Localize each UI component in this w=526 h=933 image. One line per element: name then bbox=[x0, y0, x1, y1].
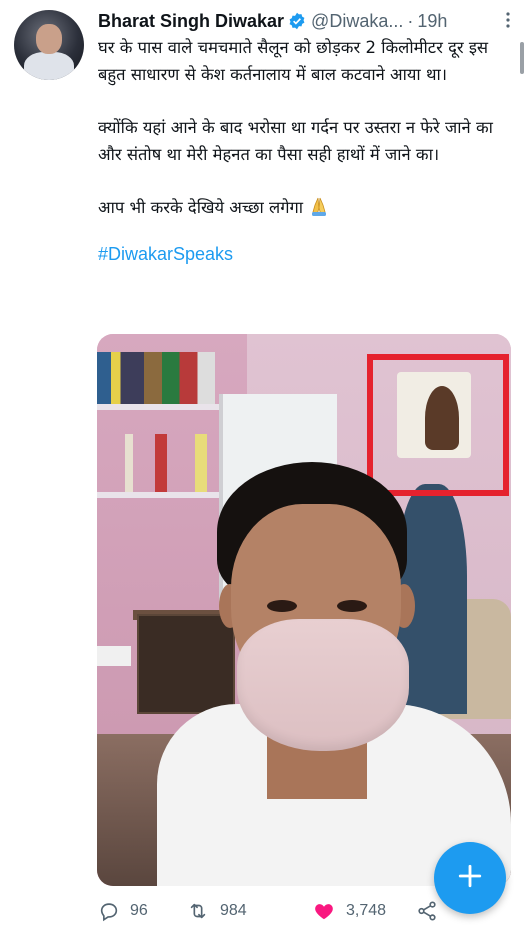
header-separator: · bbox=[407, 10, 414, 31]
author-name[interactable]: Bharat Singh Diwakar bbox=[98, 11, 284, 32]
photo-shelf-products bbox=[97, 352, 215, 404]
tweet-paragraph-2: क्योंकि यहां आने के बाद भरोसा था गर्दन प… bbox=[98, 118, 493, 164]
like-count: 3,748 bbox=[346, 902, 387, 919]
share-button[interactable] bbox=[416, 896, 448, 926]
photo-shelf-bottom bbox=[97, 492, 222, 498]
photo-cabinet bbox=[137, 614, 235, 714]
author-avatar[interactable] bbox=[14, 10, 84, 80]
avatar-figure-face bbox=[36, 24, 62, 54]
tweet-header: Bharat Singh Diwakar @Diwaka... · 19h bbox=[98, 8, 518, 34]
reply-count: 96 bbox=[130, 902, 148, 919]
retweet-button[interactable]: 984 bbox=[186, 896, 247, 926]
tweet-timestamp[interactable]: 19h bbox=[417, 11, 447, 32]
hashtag-link[interactable]: #DiwakarSpeaks bbox=[98, 241, 516, 268]
tweet-action-bar: 96 984 3,748 bbox=[98, 896, 518, 926]
photo-highlight-box bbox=[367, 354, 509, 496]
reply-button[interactable]: 96 bbox=[98, 896, 148, 926]
folded-hands-emoji-icon bbox=[308, 195, 330, 217]
photo-subject-eye-left bbox=[267, 600, 297, 612]
reply-icon bbox=[100, 903, 118, 922]
photo-subject-face-mask bbox=[237, 619, 409, 751]
author-handle[interactable]: @Diwaka... bbox=[311, 11, 403, 32]
tweet-photo[interactable] bbox=[97, 334, 511, 886]
retweet-icon bbox=[190, 903, 206, 919]
tweet-paragraph-3: आप भी करके देखिये अच्छा लगेगा bbox=[98, 198, 304, 217]
more-options-icon[interactable] bbox=[500, 10, 516, 30]
scrollbar-thumb[interactable] bbox=[520, 42, 524, 74]
tweet-paragraph-3-wrapper: आप भी करके देखिये अच्छा लगेगा bbox=[98, 194, 516, 221]
avatar-figure-body bbox=[24, 52, 74, 80]
share-icon bbox=[418, 901, 436, 921]
photo-power-socket bbox=[97, 646, 131, 666]
verified-badge-icon bbox=[288, 12, 306, 30]
tweet-text: घर के पास वाले चमचमाते सैलून को छोड़कर 2… bbox=[98, 34, 516, 294]
photo-shelf-bottles bbox=[115, 434, 215, 492]
photo-shelf-top bbox=[97, 404, 222, 410]
heart-icon bbox=[315, 904, 333, 920]
plus-icon bbox=[457, 863, 483, 894]
retweet-count: 984 bbox=[220, 902, 247, 919]
like-button[interactable]: 3,748 bbox=[312, 896, 386, 926]
tweet-paragraph-1: घर के पास वाले चमचमाते सैलून को छोड़कर 2… bbox=[98, 38, 489, 84]
photo-subject-eye-right bbox=[337, 600, 367, 612]
